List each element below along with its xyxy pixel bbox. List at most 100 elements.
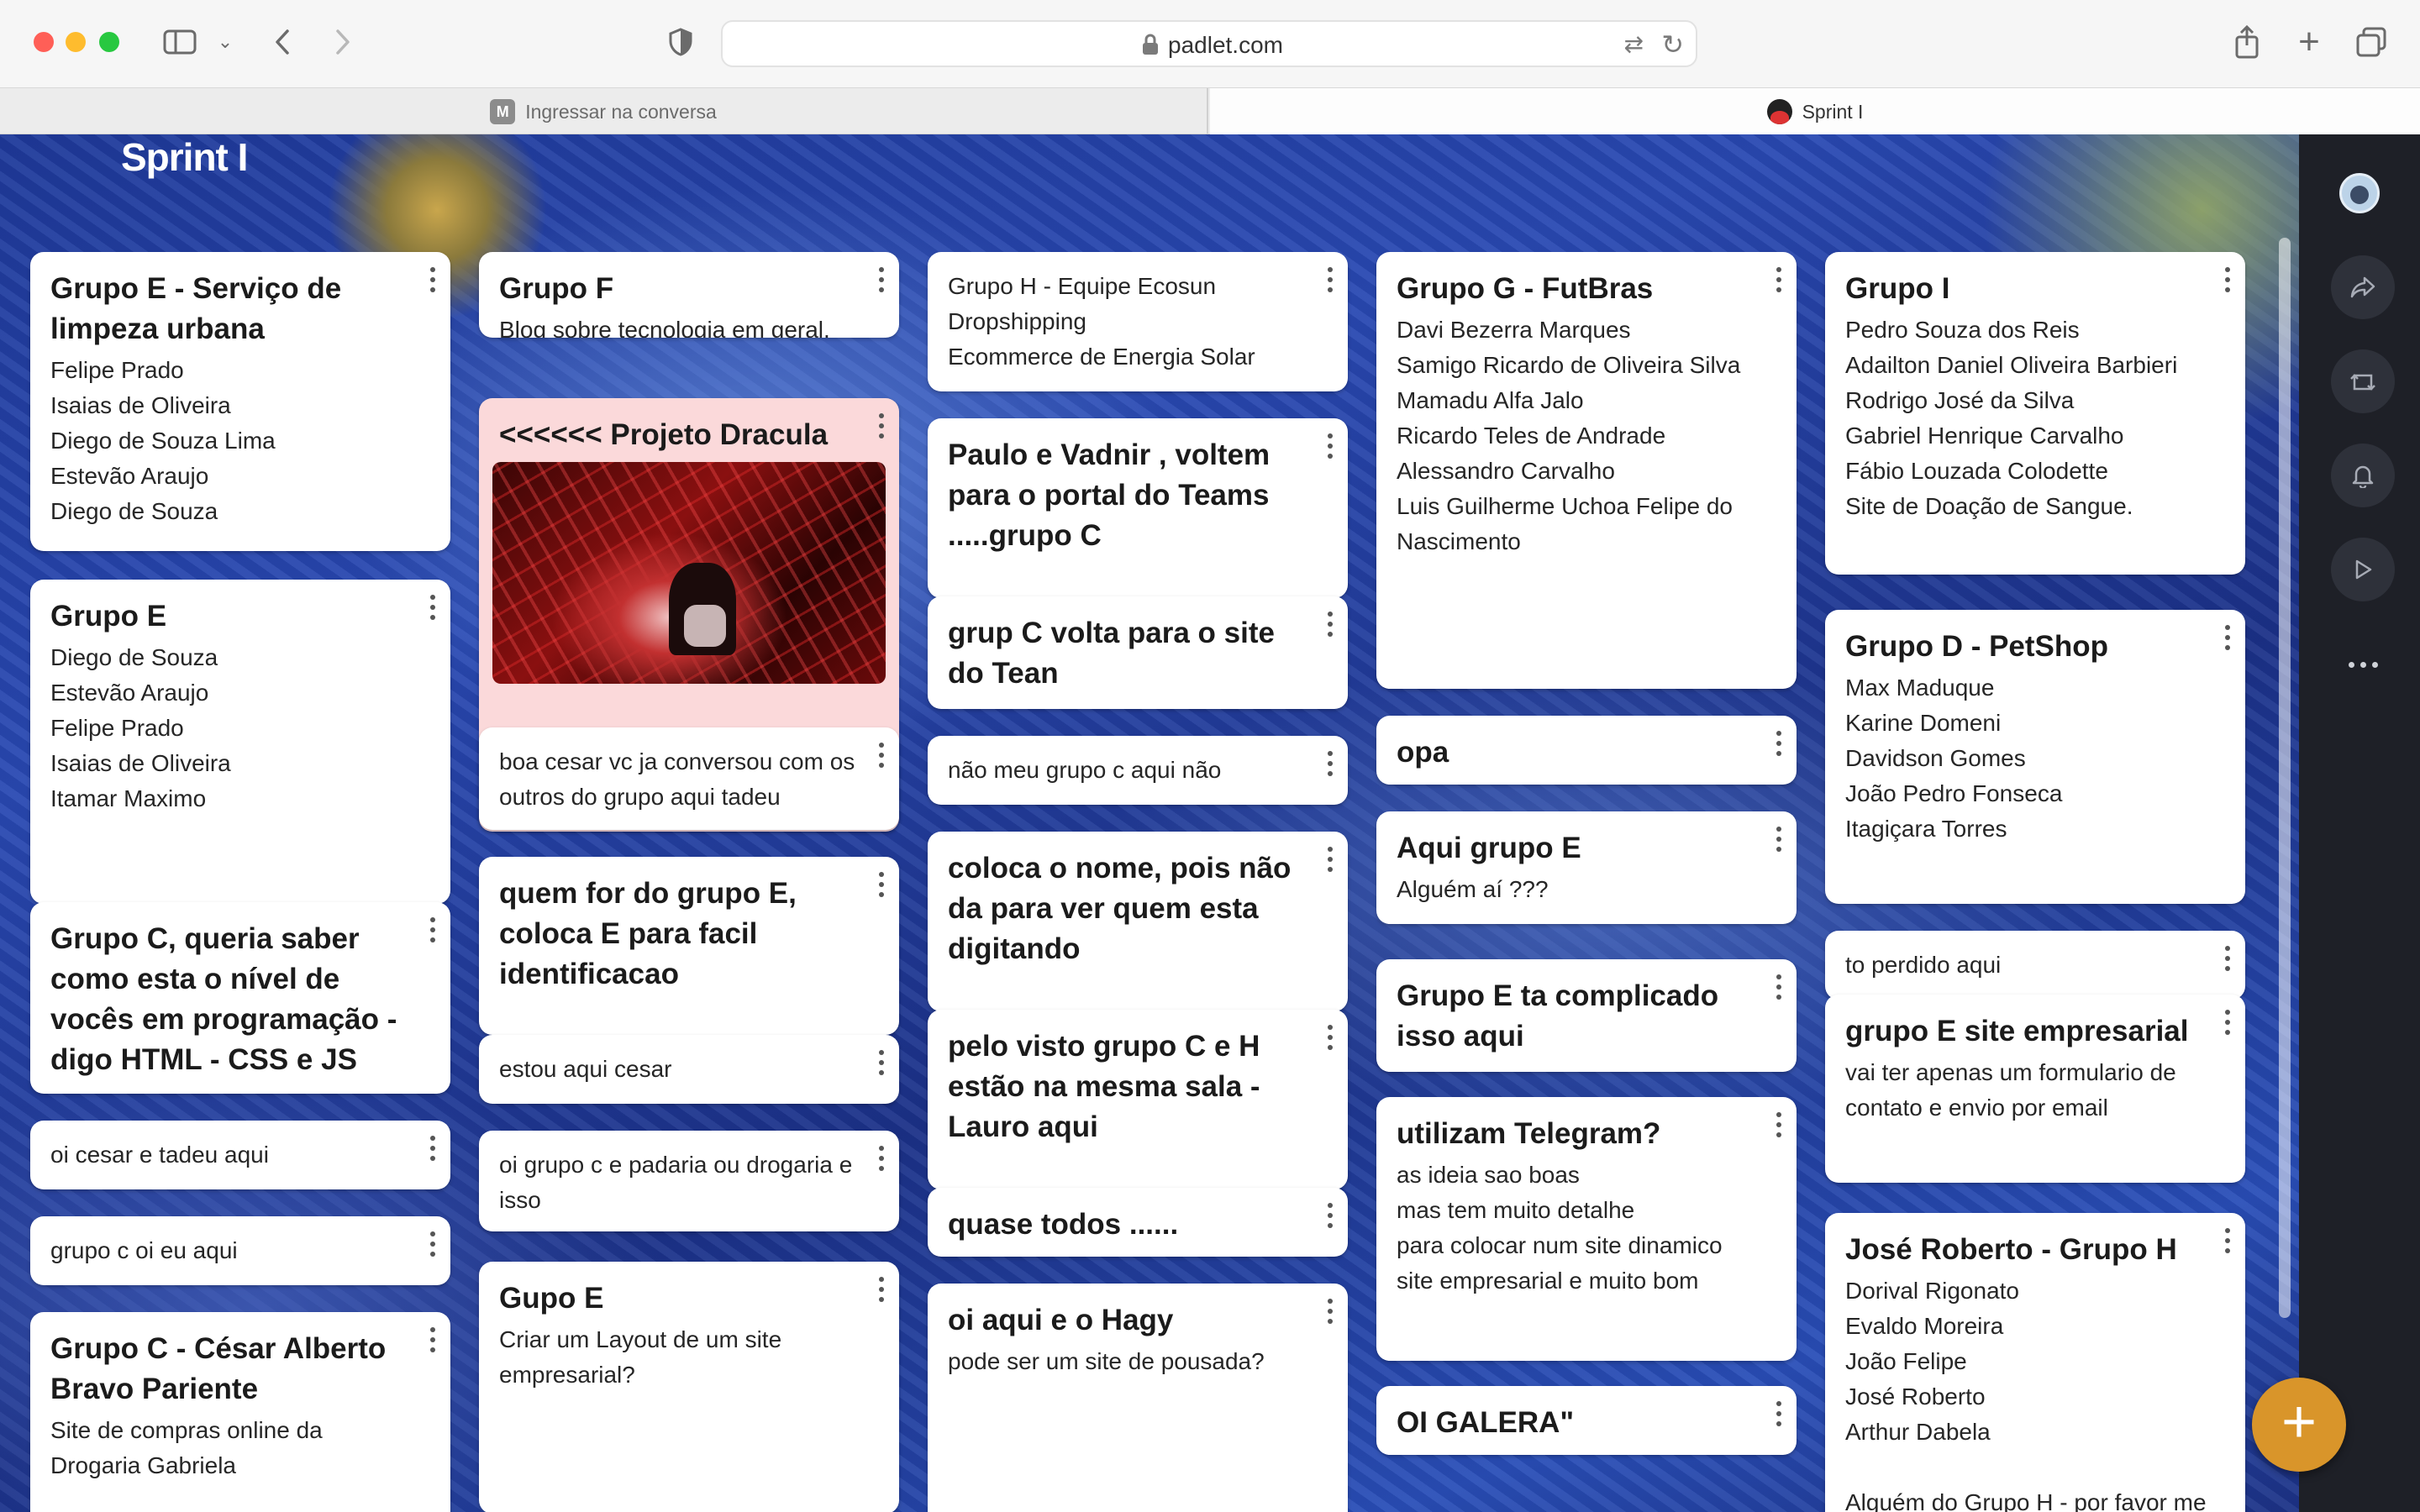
post-card[interactable]: quem for do grupo E, coloca E para facil… — [479, 857, 899, 1035]
tab-ingressar[interactable]: M Ingressar na conversa — [0, 88, 1208, 135]
post-card[interactable]: Grupo E Diego de Souza Estevão Araujo Fel… — [30, 580, 450, 904]
back-icon[interactable] — [260, 20, 304, 64]
post-card[interactable]: José Roberto - Grupo H Dorival Rigonato E… — [1825, 1213, 2245, 1512]
kebab-menu-icon[interactable] — [2223, 625, 2232, 650]
kebab-menu-icon[interactable] — [877, 1146, 886, 1171]
kebab-menu-icon[interactable] — [1326, 612, 1334, 637]
post-body: vai ter apenas um formulario de contato … — [1845, 1059, 2176, 1121]
add-post-button[interactable]: + — [2252, 1378, 2346, 1472]
kebab-menu-icon[interactable] — [1775, 267, 1783, 292]
kebab-menu-icon[interactable] — [1326, 751, 1334, 776]
kebab-menu-icon[interactable] — [1326, 1299, 1334, 1324]
minimize-window-button[interactable] — [66, 32, 86, 52]
post-card[interactable]: Grupo F Blog sobre tecnologia em geral. — [479, 252, 899, 338]
share-icon[interactable] — [2225, 20, 2269, 64]
post-card[interactable]: Paulo e Vadnir , voltem para o portal do… — [928, 418, 1348, 598]
kebab-menu-icon[interactable] — [1326, 433, 1334, 459]
post-body: Pedro Souza dos Reis Adailton Daniel Oli… — [1845, 317, 2178, 519]
kebab-menu-icon[interactable] — [877, 413, 886, 438]
forward-icon[interactable] — [321, 20, 365, 64]
kebab-menu-icon[interactable] — [429, 1327, 437, 1352]
play-icon[interactable] — [2331, 538, 2395, 601]
padlet-board: Sprint I Grupo E - Serviço de limpeza ur… — [0, 134, 2299, 1512]
bell-icon[interactable] — [2331, 444, 2395, 507]
post-card[interactable]: boa cesar vc ja conversou com os outros … — [479, 727, 899, 830]
kebab-menu-icon[interactable] — [877, 1277, 886, 1302]
kebab-menu-icon[interactable] — [877, 743, 886, 768]
post-body: Felipe Prado Isaias de Oliveira Diego de… — [50, 357, 276, 524]
kebab-menu-icon[interactable] — [2223, 267, 2232, 292]
post-card[interactable]: OI GALERA" — [1376, 1386, 1797, 1455]
sidebar-toggle-icon[interactable] — [158, 20, 202, 64]
kebab-menu-icon[interactable] — [2223, 1010, 2232, 1035]
chevron-down-icon[interactable]: ⌄ — [210, 20, 240, 64]
lock-icon — [1143, 34, 1158, 55]
post-card[interactable]: oi cesar e tadeu aqui — [30, 1121, 450, 1189]
post-card[interactable]: Grupo D - PetShop Max Maduque Karine Dome… — [1825, 610, 2245, 904]
share-icon[interactable] — [2331, 255, 2395, 319]
kebab-menu-icon[interactable] — [1775, 974, 1783, 1000]
post-title: Grupo G - FutBras — [1397, 272, 1654, 305]
reload-icon[interactable]: ↻ — [1661, 29, 1684, 60]
post-body: boa cesar vc ja conversou com os outros … — [499, 748, 855, 810]
kebab-menu-icon[interactable] — [429, 267, 437, 292]
kebab-menu-icon[interactable] — [1326, 267, 1334, 292]
kebab-menu-icon[interactable] — [877, 872, 886, 897]
avatar[interactable] — [2339, 173, 2380, 213]
remake-icon[interactable] — [2331, 349, 2395, 413]
post-card[interactable]: pelo visto grupo C e H estão na mesma sa… — [928, 1010, 1348, 1189]
post-card[interactable]: to perdido aqui — [1825, 931, 2245, 1000]
more-icon[interactable] — [2331, 652, 2395, 677]
post-card[interactable]: Grupo H - Equipe Ecosun Dropshipping Eco… — [928, 252, 1348, 391]
kebab-menu-icon[interactable] — [1326, 1025, 1334, 1050]
board-scrollbar[interactable] — [2279, 238, 2291, 1318]
post-card[interactable]: Grupo E ta complicado isso aqui — [1376, 959, 1797, 1072]
kebab-menu-icon[interactable] — [1775, 827, 1783, 852]
post-image[interactable] — [492, 462, 886, 684]
kebab-menu-icon[interactable] — [1775, 1112, 1783, 1137]
kebab-menu-icon[interactable] — [429, 1136, 437, 1161]
tab-bar: M Ingressar na conversa Sprint I — [0, 87, 2420, 135]
post-body: não meu grupo c aqui não — [948, 757, 1222, 783]
post-card[interactable]: estou aqui cesar — [479, 1035, 899, 1104]
post-card[interactable]: coloca o nome, pois não da para ver quem… — [928, 832, 1348, 1011]
post-card[interactable]: Grupo I Pedro Souza dos Reis Adailton Dan… — [1825, 252, 2245, 575]
kebab-menu-icon[interactable] — [429, 595, 437, 620]
address-bar[interactable]: padlet.com ⇄ ↻ — [721, 20, 1697, 67]
post-title: OI GALERA" — [1397, 1406, 1575, 1439]
post-card[interactable]: opa — [1376, 716, 1797, 785]
kebab-menu-icon[interactable] — [2223, 946, 2232, 971]
new-tab-icon[interactable]: + — [2287, 20, 2331, 64]
post-card[interactable]: Grupo C - César Alberto Bravo Pariente Si… — [30, 1312, 450, 1512]
kebab-menu-icon[interactable] — [877, 267, 886, 292]
maximize-window-button[interactable] — [99, 32, 119, 52]
post-title: grup C volta para o site do Tean — [948, 617, 1275, 690]
post-card[interactable]: Grupo C, queria saber como esta o nível … — [30, 902, 450, 1094]
post-card[interactable]: Aqui grupo E Alguém aí ??? — [1376, 811, 1797, 924]
post-card[interactable]: grup C volta para o site do Tean — [928, 596, 1348, 709]
shield-icon[interactable] — [659, 20, 702, 64]
kebab-menu-icon[interactable] — [429, 917, 437, 942]
kebab-menu-icon[interactable] — [2223, 1228, 2232, 1253]
post-card[interactable]: quase todos ...... — [928, 1188, 1348, 1257]
kebab-menu-icon[interactable] — [1326, 847, 1334, 872]
kebab-menu-icon[interactable] — [877, 1050, 886, 1075]
close-window-button[interactable] — [34, 32, 54, 52]
tab-sprint[interactable]: Sprint I — [1210, 88, 2420, 135]
kebab-menu-icon[interactable] — [1326, 1203, 1334, 1228]
kebab-menu-icon[interactable] — [1775, 1401, 1783, 1426]
post-card[interactable]: oi aqui e o Hagy pode ser um site de pous… — [928, 1284, 1348, 1512]
post-card[interactable]: utilizam Telegram? as ideia sao boas mas … — [1376, 1097, 1797, 1361]
tab-overview-icon[interactable] — [2349, 20, 2393, 64]
translate-icon[interactable]: ⇄ — [1624, 30, 1644, 58]
kebab-menu-icon[interactable] — [1775, 731, 1783, 756]
post-card[interactable]: não meu grupo c aqui não — [928, 736, 1348, 805]
kebab-menu-icon[interactable] — [429, 1231, 437, 1257]
post-card[interactable]: oi grupo c e padaria ou drogaria e isso — [479, 1131, 899, 1231]
post-card[interactable]: Gupo E Criar um Layout de um site empresa… — [479, 1262, 899, 1512]
post-card[interactable]: grupo c oi eu aqui — [30, 1216, 450, 1285]
post-card[interactable]: Grupo G - FutBras Davi Bezerra Marques Sa… — [1376, 252, 1797, 689]
post-title: Grupo C - César Alberto Bravo Pariente — [50, 1332, 387, 1405]
post-card[interactable]: Grupo E - Serviço de limpeza urbana Felip… — [30, 252, 450, 551]
post-card[interactable]: grupo E site empresarial vai ter apenas u… — [1825, 995, 2245, 1183]
